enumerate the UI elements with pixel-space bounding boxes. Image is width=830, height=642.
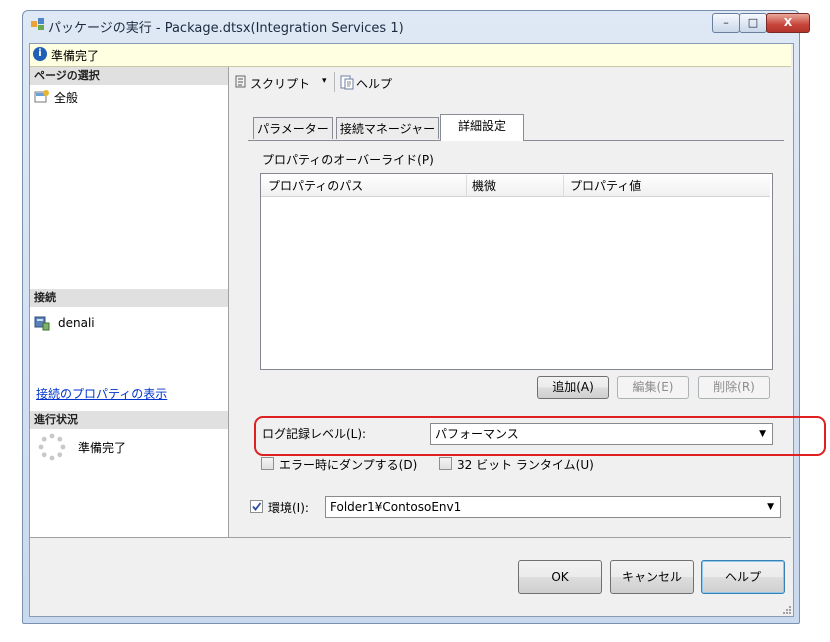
help-button[interactable]: ヘルプ [356,75,392,92]
window-title: パッケージの実行 - Package.dtsx(Integration Serv… [48,21,404,36]
runtime32-label: 32 ビット ランタイム(U) [457,458,594,472]
script-icon [233,74,249,90]
delete-button[interactable]: 削除(R) [698,376,770,399]
environment-value: Folder1¥ContosoEnv1 [330,500,462,514]
app-icon [30,16,46,32]
general-page-icon [34,89,50,103]
environment-select[interactable]: Folder1¥ContosoEnv1 ▼ [325,496,781,518]
server-icon [34,315,50,331]
server-name: denali [58,316,95,330]
environment-label: 環境(I): [268,501,309,515]
connection-header: 接続 [30,289,228,307]
page-general-item[interactable]: 全般 [54,89,78,106]
add-button[interactable]: 追加(A) [537,376,609,399]
progress-status: 準備完了 [78,441,127,455]
edit-button[interactable]: 編集(E) [617,376,689,399]
status-infobar [30,44,791,67]
minimize-button[interactable]: – [712,13,740,33]
column-header-sensitive[interactable]: 機微 [472,177,496,194]
cancel-button[interactable]: キャンセル [610,560,694,594]
close-button[interactable]: X [766,13,810,33]
script-dropdown-arrow-icon[interactable]: ▾ [322,76,327,86]
chevron-down-icon: ▼ [767,502,774,512]
column-divider [466,175,467,196]
connection-properties-link[interactable]: 接続のプロパティの表示 [36,385,167,402]
ok-button[interactable]: OK [518,560,602,594]
dump-on-error-checkbox[interactable] [261,457,274,470]
toolbar-separator [334,72,335,92]
property-overrides-label: プロパティのオーバーライド(P) [262,153,434,167]
column-header-property-path[interactable]: プロパティのパス [268,177,363,194]
script-button[interactable]: スクリプト [250,75,310,92]
toolbar [229,67,791,95]
help-icon [339,74,355,90]
tab-parameters[interactable]: パラメーター [253,117,333,139]
page-select-header: ページの選択 [30,67,228,85]
status-text: 準備完了 [51,49,100,63]
tab-advanced[interactable]: 詳細設定 [440,114,524,141]
highlight-annotation [254,416,826,456]
dump-on-error-label: エラー時にダンプする(D) [279,458,418,472]
column-header-property-value[interactable]: プロパティ値 [570,177,641,194]
property-overrides-grid[interactable] [260,173,773,370]
column-divider [563,175,564,196]
runtime32-checkbox[interactable] [439,457,452,470]
tab-connection-managers[interactable]: 接続マネージャー [336,117,439,139]
left-pane: ページの選択 全般 接続 denali 接続のプロパティの表示 進行状況 準備完… [30,67,229,537]
progress-spinner-icon [38,433,66,461]
info-icon: i [33,47,47,61]
progress-header: 進行状況 [30,411,228,429]
resize-grip-icon[interactable] [782,604,792,614]
maximize-button[interactable]: □ [739,13,767,33]
footer-help-button[interactable]: ヘルプ [701,560,785,594]
environment-checkbox[interactable] [250,500,263,513]
